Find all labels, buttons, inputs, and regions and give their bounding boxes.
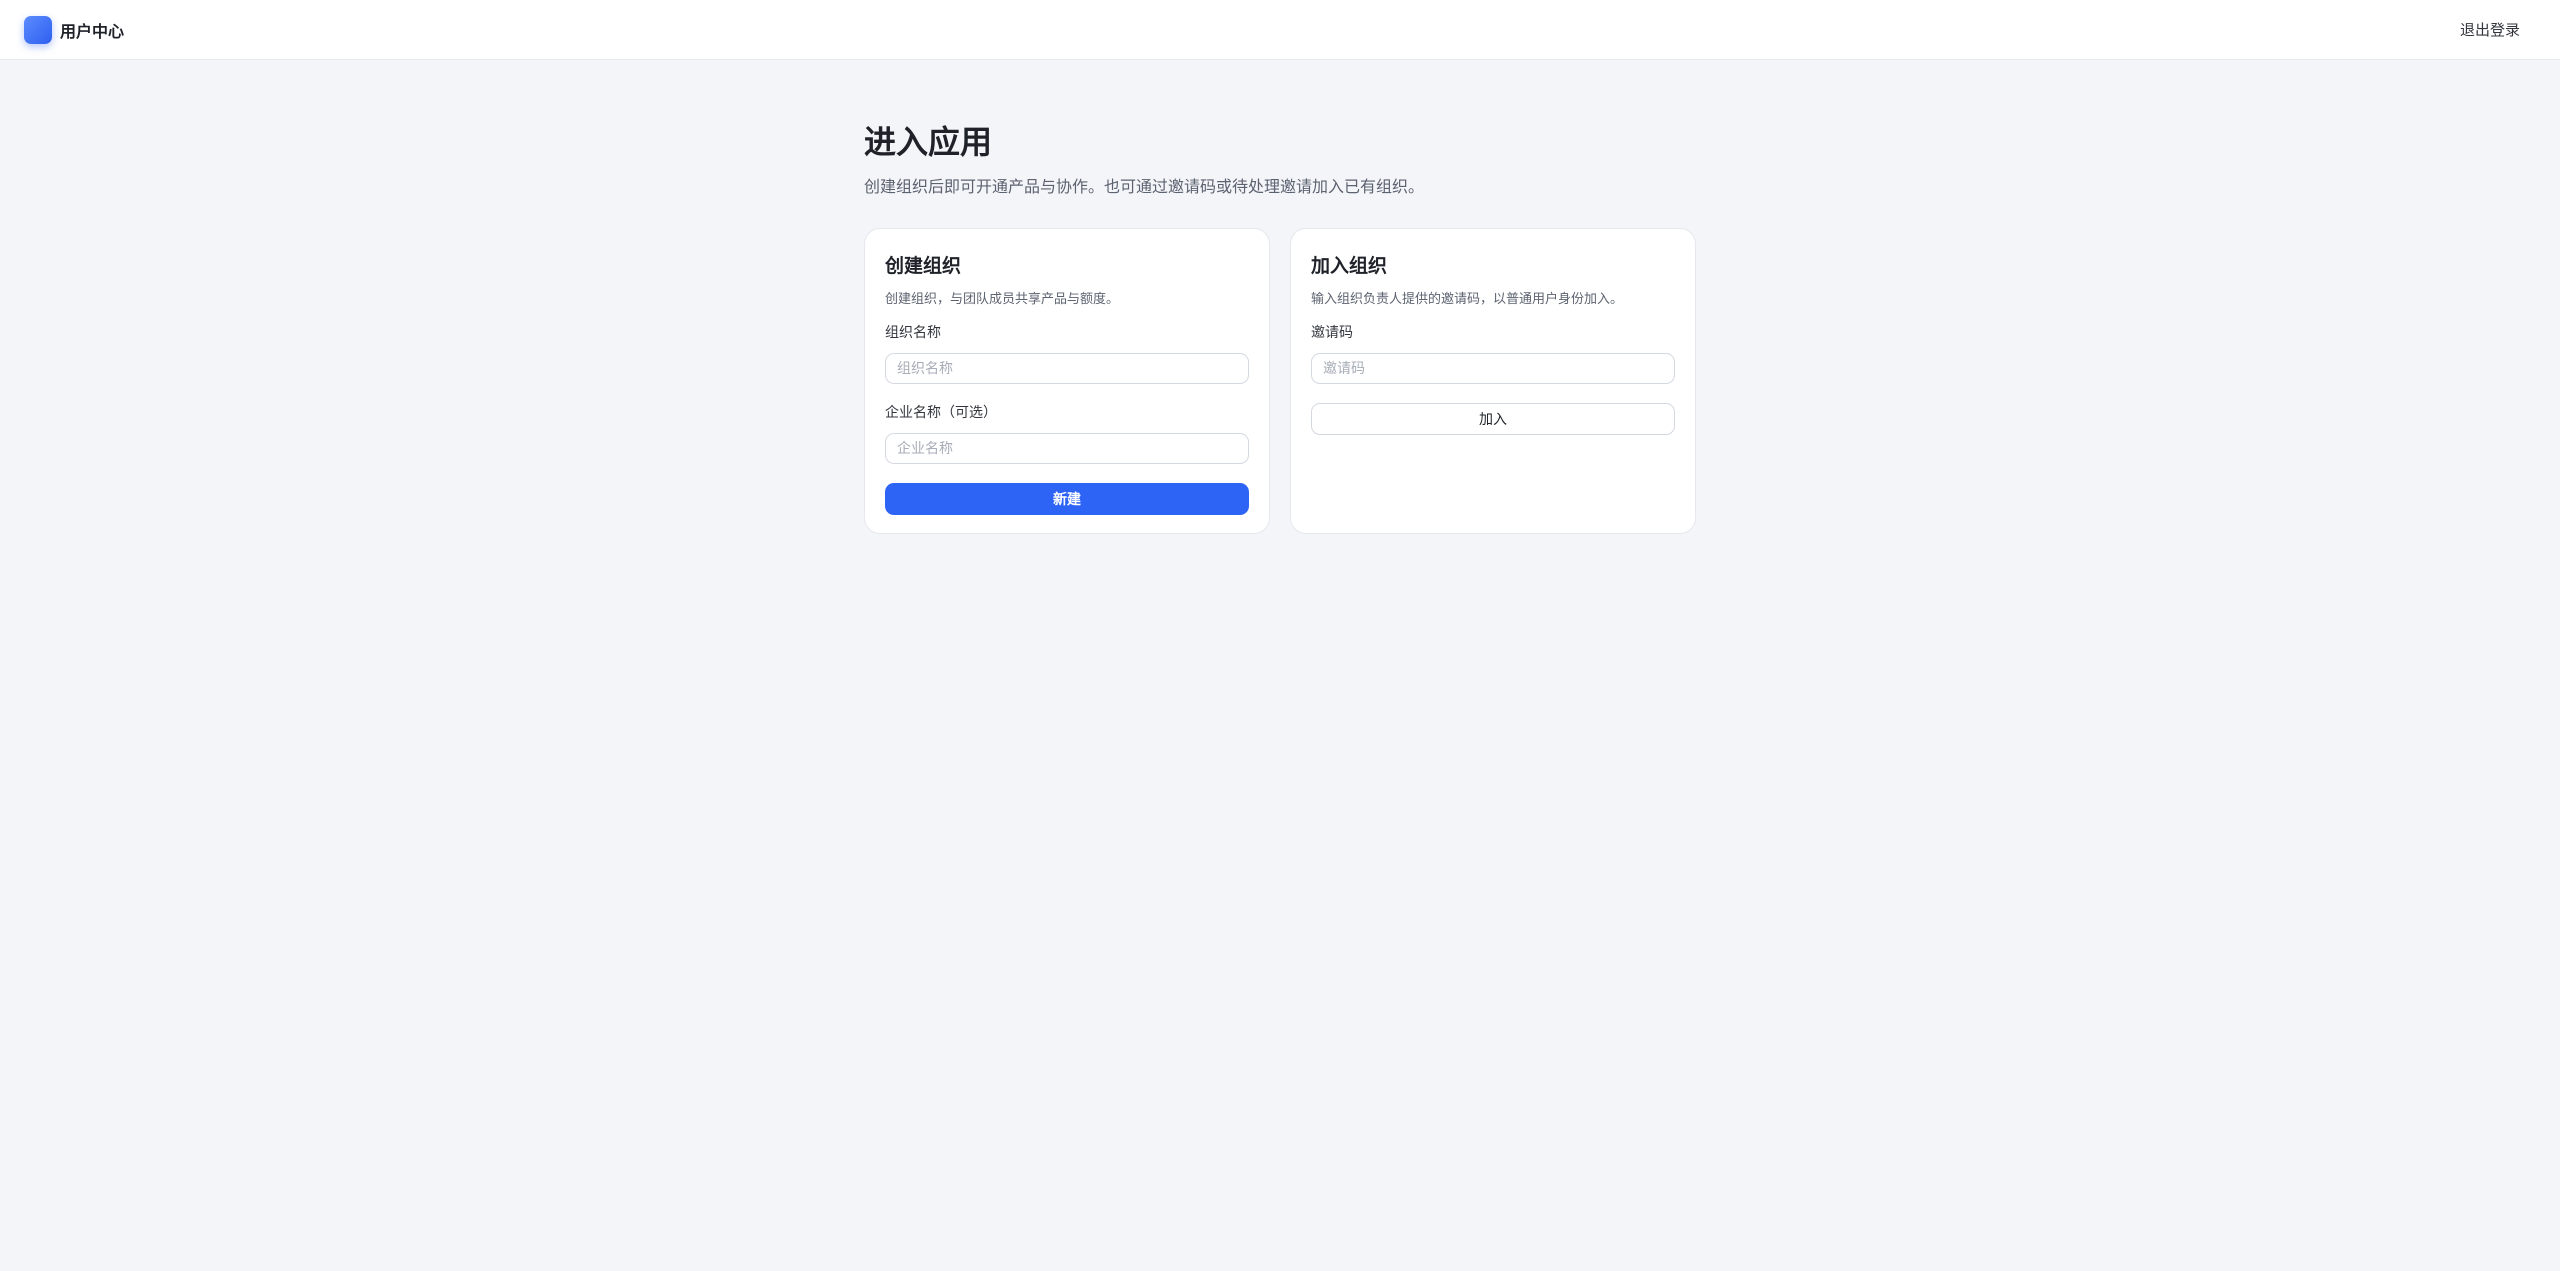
- join-org-card: 加入组织 输入组织负责人提供的邀请码，以普通用户身份加入。 邀请码 加入: [1290, 228, 1696, 534]
- org-name-input[interactable]: [885, 353, 1249, 384]
- create-org-card: 创建组织 创建组织，与团队成员共享产品与额度。 组织名称 企业名称（可选） 新建: [864, 228, 1270, 534]
- join-org-button[interactable]: 加入: [1311, 403, 1675, 435]
- join-org-title: 加入组织: [1311, 255, 1388, 277]
- logout-button[interactable]: 退出登录: [2460, 19, 2520, 40]
- page-subtitle: 创建组织后即可开通产品与协作。也可通过邀请码或待处理邀请加入已有组织。: [864, 177, 1425, 196]
- cards-container: 创建组织 创建组织，与团队成员共享产品与额度。 组织名称 企业名称（可选） 新建…: [864, 228, 1696, 534]
- create-org-button[interactable]: 新建: [885, 483, 1249, 515]
- brand[interactable]: 用户中心: [24, 16, 124, 44]
- org-name-label: 组织名称: [885, 325, 941, 341]
- join-org-description: 输入组织负责人提供的邀请码，以普通用户身份加入。: [1311, 292, 1624, 307]
- company-name-label: 企业名称（可选）: [885, 405, 997, 421]
- invite-code-input[interactable]: [1311, 353, 1675, 384]
- create-org-description: 创建组织，与团队成员共享产品与额度。: [885, 292, 1120, 307]
- app-name: 用户中心: [60, 22, 125, 41]
- create-org-title: 创建组织: [885, 255, 962, 277]
- app-logo-icon: [24, 16, 52, 44]
- top-navbar: 用户中心 退出登录: [0, 0, 2560, 60]
- invite-code-label: 邀请码: [1311, 325, 1353, 341]
- main-content: 进入应用 创建组织后即可开通产品与协作。也可通过邀请码或待处理邀请加入已有组织。…: [864, 120, 1696, 534]
- company-name-input[interactable]: [885, 433, 1249, 464]
- page-title: 进入应用: [864, 123, 993, 161]
